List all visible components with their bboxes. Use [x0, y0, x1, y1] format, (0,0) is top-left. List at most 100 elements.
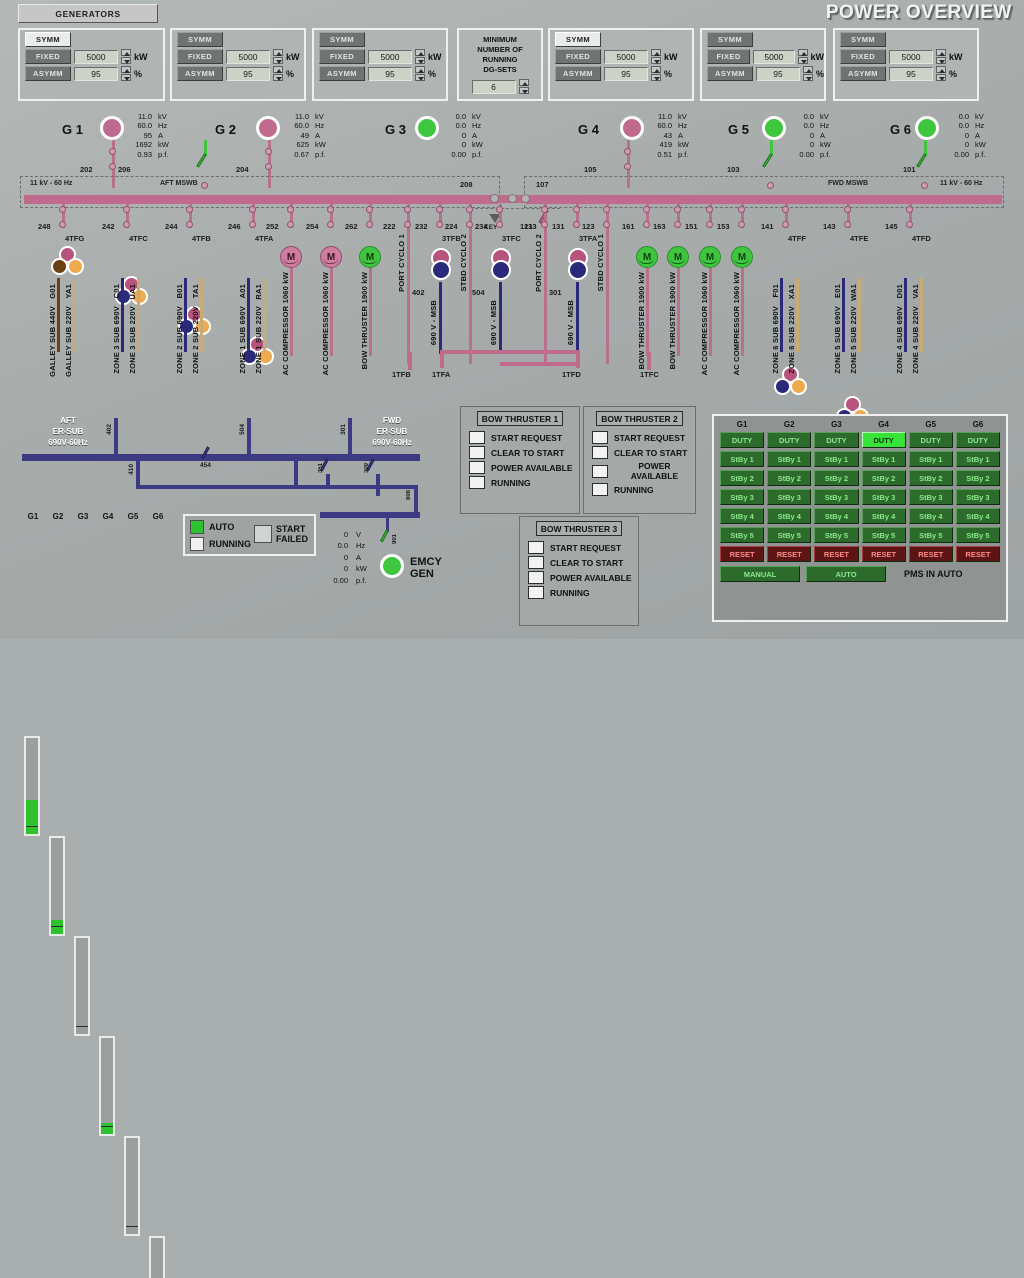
generator-breaker-4[interactable] [624, 148, 631, 155]
feeder-breaker-lower-145[interactable] [906, 221, 913, 228]
generator-breaker-lower-1[interactable] [109, 163, 116, 170]
pms-button-G2-stby1[interactable]: StBy 1 [767, 451, 812, 467]
bow-thruster-lamp-3-2[interactable] [528, 556, 544, 569]
pms-button-G1-stby5[interactable]: StBy 5 [720, 527, 765, 543]
spinner-up-icon[interactable] [273, 49, 283, 56]
pms-button-G5-stby2[interactable]: StBy 2 [908, 470, 953, 486]
asymm-button[interactable]: ASYMM [25, 66, 71, 81]
bow-thruster-lamp-3-4[interactable] [528, 586, 544, 599]
feeder-breaker-234[interactable] [496, 206, 503, 213]
bow-thruster-lamp-1-1[interactable] [469, 431, 485, 444]
generator-breaker-open-6[interactable] [916, 153, 927, 168]
feeder-breaker-lower-244[interactable] [186, 221, 193, 228]
feeder-breaker-lower-248[interactable] [59, 221, 66, 228]
feeder-breaker-252[interactable] [287, 206, 294, 213]
feeder-breaker-lower-151[interactable] [706, 221, 713, 228]
feeder-breaker-244[interactable] [186, 206, 193, 213]
feeder-breaker-262[interactable] [366, 206, 373, 213]
pms-button-G3-stby5[interactable]: StBy 5 [814, 527, 859, 543]
spinner-down-icon[interactable] [651, 57, 661, 64]
feeder-breaker-lower-262[interactable] [366, 221, 373, 228]
feeder-breaker-lower-242[interactable] [123, 221, 130, 228]
asymm-button[interactable]: ASYMM [707, 66, 753, 81]
spinner-down-icon[interactable] [936, 74, 946, 81]
feeder-breaker-lower-123[interactable] [603, 221, 610, 228]
pms-reset-button-G6[interactable]: RESET [955, 546, 1000, 562]
spinner-up-icon[interactable] [273, 66, 283, 73]
fixed-button[interactable]: FIXED [177, 49, 223, 64]
pms-button-G1-stby1[interactable]: StBy 1 [720, 451, 765, 467]
pms-reset-button-G3[interactable]: RESET [814, 546, 859, 562]
pms-button-G2-stby5[interactable]: StBy 5 [767, 527, 812, 543]
motor-163[interactable]: M [667, 246, 689, 268]
fixed-button[interactable]: FIXED [319, 49, 365, 64]
feeder-breaker-lower-254[interactable] [327, 221, 334, 228]
motor-151[interactable]: M [699, 246, 721, 268]
motor-262[interactable]: M [359, 246, 381, 268]
fixed-kw-spinner[interactable] [797, 49, 808, 64]
generator-breaker-open-3[interactable] [196, 153, 207, 168]
pms-reset-button-G5[interactable]: RESET [908, 546, 953, 562]
bow-thruster-lamp-1-3[interactable] [469, 461, 485, 474]
feeder-breaker-222[interactable] [404, 206, 411, 213]
fixed-kw-input[interactable]: 5000 [368, 49, 412, 64]
bow-thruster-lamp-2-3[interactable] [592, 464, 608, 478]
asymm-pct-spinner[interactable] [803, 66, 813, 81]
spinner-up-icon[interactable] [651, 49, 661, 56]
asymm-pct-input[interactable]: 95 [226, 66, 270, 81]
fixed-kw-spinner[interactable] [936, 49, 946, 64]
feeder-breaker-lower-143[interactable] [844, 221, 851, 228]
pms-button-G1-stby3[interactable]: StBy 3 [720, 489, 765, 505]
pms-button-G5-stby3[interactable]: StBy 3 [908, 489, 953, 505]
pms-button-G2-duty[interactable]: DUTY [767, 432, 812, 448]
generator-status-4[interactable] [620, 116, 644, 140]
pms-button-G1-duty[interactable]: DUTY [720, 432, 765, 448]
feeder-breaker-163[interactable] [674, 206, 681, 213]
spinner-up-icon[interactable] [936, 49, 946, 56]
generator-breaker-2[interactable] [265, 148, 272, 155]
asymm-pct-input[interactable]: 95 [756, 66, 800, 81]
asymm-pct-spinner[interactable] [651, 66, 661, 81]
feeder-breaker-232[interactable] [436, 206, 443, 213]
feeder-breaker-254[interactable] [327, 206, 334, 213]
pms-button-G6-stby1[interactable]: StBy 1 [955, 451, 1000, 467]
bow-thruster-lamp-2-2[interactable] [592, 446, 608, 459]
spinner-down-icon[interactable] [797, 57, 808, 64]
generator-breaker-lower-4[interactable] [624, 163, 631, 170]
feeder-breaker-161[interactable] [643, 206, 650, 213]
pms-button-G2-stby2[interactable]: StBy 2 [767, 470, 812, 486]
feeder-breaker-153[interactable] [738, 206, 745, 213]
feeder-breaker-lower-224[interactable] [466, 221, 473, 228]
asymm-pct-spinner[interactable] [273, 66, 283, 81]
fixed-kw-input[interactable]: 5000 [74, 49, 118, 64]
spinner-up-icon[interactable] [651, 66, 661, 73]
bus-tie-breaker-3[interactable] [521, 194, 530, 203]
pms-button-G6-stby4[interactable]: StBy 4 [955, 508, 1000, 524]
pms-button-G3-duty[interactable]: DUTY [814, 432, 859, 448]
motor-161[interactable]: M [636, 246, 658, 268]
pms-button-G4-stby4[interactable]: StBy 4 [861, 508, 906, 524]
pms-button-G5-stby1[interactable]: StBy 1 [908, 451, 953, 467]
pms-button-G2-stby3[interactable]: StBy 3 [767, 489, 812, 505]
pms-button-G4-duty[interactable]: DUTY [861, 432, 906, 448]
pms-button-G6-stby2[interactable]: StBy 2 [955, 470, 1000, 486]
pms-reset-button-G1[interactable]: RESET [720, 546, 765, 562]
motor-254[interactable]: M [320, 246, 342, 268]
feeder-breaker-123[interactable] [603, 206, 610, 213]
asymm-pct-spinner[interactable] [121, 66, 131, 81]
spinner-down-icon[interactable] [121, 74, 131, 81]
feeder-breaker-151[interactable] [706, 206, 713, 213]
asymm-button[interactable]: ASYMM [177, 66, 223, 81]
min-dgsets-spinner[interactable] [518, 79, 529, 94]
bow-thruster-lamp-1-4[interactable] [469, 476, 485, 489]
spinner-down-icon[interactable] [518, 87, 529, 94]
fixed-kw-spinner[interactable] [121, 49, 131, 64]
symm-button[interactable]: SYMM [25, 32, 71, 47]
pms-button-G4-stby1[interactable]: StBy 1 [861, 451, 906, 467]
fixed-kw-spinner[interactable] [651, 49, 661, 64]
feeder-breaker-242[interactable] [123, 206, 130, 213]
pms-button-G3-stby3[interactable]: StBy 3 [814, 489, 859, 505]
spinner-down-icon[interactable] [121, 57, 131, 64]
feeder-breaker-248[interactable] [59, 206, 66, 213]
asymm-pct-spinner[interactable] [415, 66, 425, 81]
